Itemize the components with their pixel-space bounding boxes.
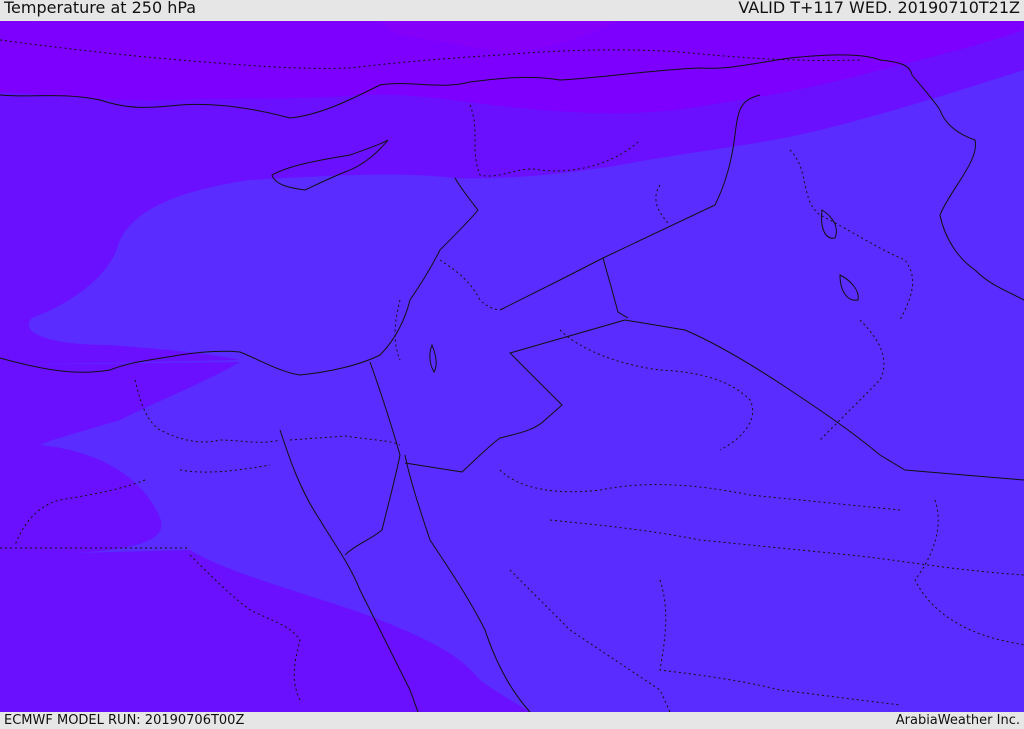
valid-time: VALID T+117 WED. 20190710T21Z	[738, 0, 1020, 17]
credit: ArabiaWeather Inc.	[895, 713, 1020, 728]
map-title: Temperature at 250 hPa	[4, 0, 197, 17]
map-canvas	[0, 21, 1024, 712]
footer-bar: ECMWF MODEL RUN: 20190706T00Z ArabiaWeat…	[0, 712, 1024, 729]
weather-map[interactable]	[0, 21, 1024, 712]
model-run: ECMWF MODEL RUN: 20190706T00Z	[4, 713, 245, 728]
header-bar: Temperature at 250 hPa VALID T+117 WED. …	[0, 0, 1024, 21]
